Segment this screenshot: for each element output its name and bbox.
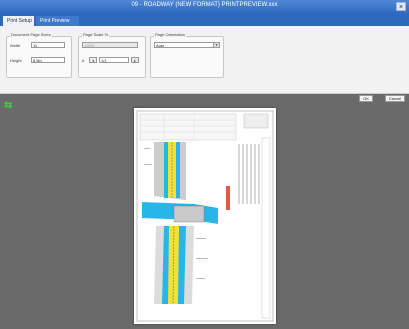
pan-arrows-icon[interactable]: ⇆	[4, 101, 12, 111]
orientation-select[interactable]: Auto ▼	[154, 42, 220, 48]
copies-label: #	[82, 58, 85, 63]
height-label: Height	[10, 58, 22, 63]
logo-box	[243, 113, 269, 129]
page-scale-group-title: Page Scale %	[82, 32, 110, 37]
tab-print-setup[interactable]: Print Setup	[3, 16, 34, 26]
tab-print-preview[interactable]: Print Preview	[36, 16, 79, 26]
chevron-down-icon: ▼	[213, 43, 219, 47]
drawing-sheet	[136, 110, 274, 322]
tab-bar: Print Setup Print Preview	[0, 14, 409, 26]
prev-page-button[interactable]: ◂	[89, 57, 97, 63]
close-button[interactable]: ×	[396, 2, 406, 11]
orientation-value: Auto	[156, 43, 165, 48]
window-title: 09 - ROADWAY (NEW FORMAT) PRINTPREVIEW.x…	[131, 2, 278, 8]
ok-button[interactable]: OK	[359, 95, 373, 102]
width-label: Width	[10, 43, 21, 48]
red-note	[226, 186, 230, 210]
orientation-group-title: Page Orientation	[154, 32, 187, 37]
settings-panel: Document Page Sizes Width 11 Height 8.5i…	[0, 26, 409, 94]
print-preview-page	[134, 108, 276, 324]
orientation-group: Page Orientation Auto ▼	[150, 32, 224, 78]
window-titlebar: 09 - ROADWAY (NEW FORMAT) PRINTPREVIEW.x…	[0, 0, 409, 14]
height-field[interactable]: 8.5in	[31, 57, 65, 63]
next-page-button[interactable]: ▸	[131, 57, 139, 63]
copies-field[interactable]: 1/1	[99, 57, 129, 63]
scale-field[interactable]: 100%	[82, 42, 138, 48]
top-table	[139, 113, 237, 141]
page-scale-group: Page Scale % 100% # ◂ 1/1 ▸	[78, 32, 146, 78]
cross-section-block	[173, 205, 205, 223]
page-size-group: Document Page Sizes Width 11 Height 8.5i…	[6, 32, 72, 78]
cancel-button[interactable]: Cancel	[385, 95, 405, 102]
width-field[interactable]: 11	[31, 42, 65, 48]
page-size-group-title: Document Page Sizes	[10, 32, 52, 37]
